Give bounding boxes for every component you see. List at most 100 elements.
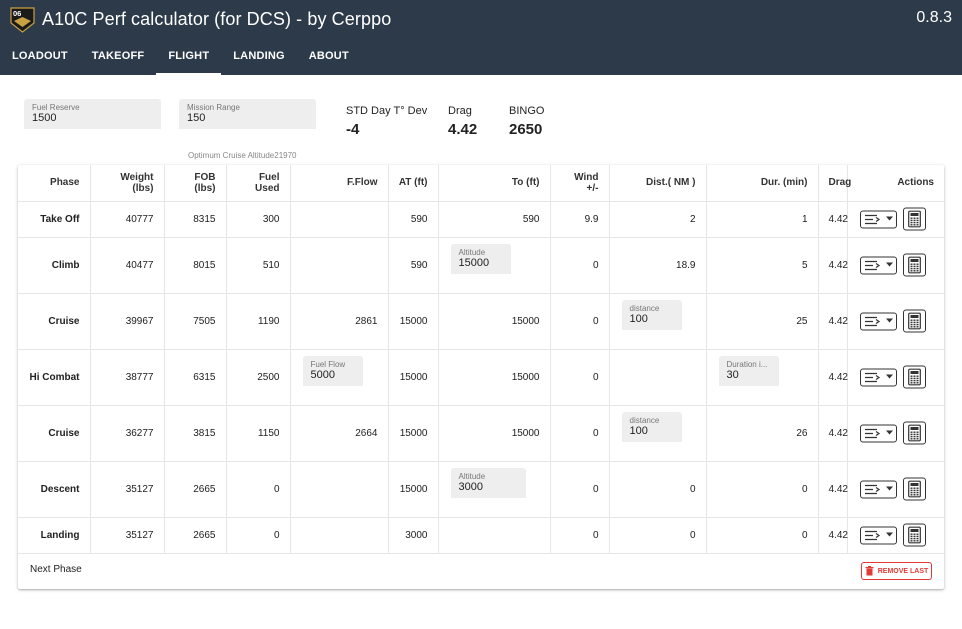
std-day-label: STD Day T° Dev	[346, 105, 428, 117]
chevron-down-icon	[886, 430, 893, 435]
cell-phase: Hi Combat	[18, 349, 91, 406]
app-version: 0.8.3	[916, 9, 952, 26]
tab-takeoff[interactable]: TAKEOFF	[80, 40, 157, 75]
header-fflow: F.Flow	[290, 165, 389, 202]
dist-input-label: distance	[629, 303, 660, 313]
cell-dur: 5	[706, 237, 819, 294]
dist-input[interactable]: distance 100	[621, 299, 682, 330]
cell-fob: 6315	[164, 349, 227, 406]
calculator-icon	[908, 480, 921, 498]
to-input-value[interactable]: 15000	[459, 257, 490, 269]
cell-to: 15000	[438, 349, 551, 406]
table-row: Take Off 40777 8315 300 590 590 9.9 2 1 4.42	[18, 201, 944, 238]
bingo-label: BINGO	[509, 105, 545, 117]
cell-wind: 9.9	[550, 201, 610, 238]
phase-options-select[interactable]	[860, 480, 897, 498]
table-row: Descent 35127 2665 0 15000 Altitude 3000 0 0 0 4.4…	[18, 461, 944, 518]
cell-dist: 0	[609, 517, 707, 554]
to-input[interactable]: Altitude 15000	[450, 243, 511, 274]
chevron-down-icon	[886, 374, 893, 379]
calculate-button[interactable]	[903, 477, 926, 501]
dur-input-label: Duration i...	[726, 359, 768, 369]
flight-plan-table: Phase Weight (lbs) FOB (lbs) Fuel Used F…	[18, 165, 944, 554]
to-input[interactable]: Altitude 3000	[450, 467, 526, 498]
header-wind: Wind +/-	[550, 165, 610, 202]
fflow-input-label: Fuel Flow	[310, 359, 346, 369]
calculate-button[interactable]	[903, 309, 926, 333]
cell-at: 590	[388, 237, 439, 294]
cell-fob: 2665	[164, 461, 227, 518]
header-to: To (ft)	[438, 165, 551, 202]
remove-last-button[interactable]: REMOVE LAST	[861, 562, 932, 580]
squadron-logo-icon: 06	[10, 7, 35, 33]
cell-dist: 18.9	[609, 237, 707, 294]
phase-options-icon	[865, 316, 881, 326]
phase-options-icon	[865, 530, 881, 540]
cell-actions	[847, 349, 944, 406]
phase-options-select[interactable]	[860, 526, 897, 544]
row-actions	[860, 253, 926, 277]
tab-landing[interactable]: LANDING	[221, 40, 297, 75]
cell-fuel-used: 0	[226, 517, 291, 554]
calculate-button[interactable]	[903, 365, 926, 389]
cell-fflow: 2861	[290, 293, 389, 350]
cell-actions	[847, 293, 944, 350]
to-input-label: Altitude	[458, 247, 486, 257]
cell-weight: 35127	[90, 461, 165, 518]
chevron-down-icon	[886, 262, 893, 267]
cell-fuel-used: 1190	[226, 293, 291, 350]
cell-fuel-used: 0	[226, 461, 291, 518]
dur-input[interactable]: Duration i... 30	[718, 355, 779, 386]
cell-to: 15000	[438, 405, 551, 462]
mission-range-value[interactable]: 150	[187, 112, 205, 124]
cell-at: 590	[388, 201, 439, 238]
phase-options-select[interactable]	[860, 368, 897, 386]
cell-wind: 0	[550, 517, 610, 554]
fflow-input[interactable]: Fuel Flow 5000	[302, 355, 363, 386]
calculate-button[interactable]	[903, 253, 926, 277]
cell-to: Altitude 15000	[438, 237, 551, 294]
calculate-button[interactable]	[903, 523, 926, 547]
cell-wind: 0	[550, 293, 610, 350]
cell-drag: 4.42	[818, 237, 848, 294]
remove-last-label: REMOVE LAST	[877, 567, 929, 575]
mission-range-label: Mission Range	[187, 103, 240, 112]
cell-weight: 36277	[90, 405, 165, 462]
logo-text: 06	[13, 9, 21, 18]
calculate-button[interactable]	[903, 421, 926, 445]
fuel-reserve-value[interactable]: 1500	[32, 112, 56, 124]
phase-options-icon	[865, 372, 881, 382]
tab-flight[interactable]: FLIGHT	[156, 40, 222, 75]
mission-range-input[interactable]: Mission Range 150	[179, 99, 316, 129]
cell-weight: 40777	[90, 201, 165, 238]
calculate-button[interactable]	[903, 207, 926, 231]
phase-options-select[interactable]	[860, 312, 897, 330]
fflow-input-value[interactable]: 5000	[311, 369, 335, 381]
tab-loadout[interactable]: LOADOUT	[0, 40, 80, 75]
header-dur: Dur. (min)	[706, 165, 819, 202]
table-row: Cruise 36277 3815 1150 2664 15000 15000 0 distan…	[18, 405, 944, 462]
phase-options-icon	[865, 260, 881, 270]
main-tabs: LOADOUT TAKEOFF FLIGHT LANDING ABOUT	[0, 40, 361, 75]
dist-input-value[interactable]: 100	[630, 313, 648, 325]
fuel-reserve-input[interactable]: Fuel Reserve 1500	[24, 99, 161, 129]
calculator-icon	[908, 210, 921, 228]
calculator-icon	[908, 526, 921, 544]
dur-input-value[interactable]: 30	[727, 369, 739, 381]
next-phase-label[interactable]: Next Phase	[30, 564, 82, 575]
app-title: A10C Perf calculator (for DCS) - by Cerp…	[42, 9, 392, 29]
dist-input-value[interactable]: 100	[630, 425, 648, 437]
phase-options-select[interactable]	[860, 424, 897, 442]
row-actions	[860, 477, 926, 501]
to-input-value[interactable]: 3000	[459, 481, 483, 493]
drag-value: 4.42	[448, 121, 478, 138]
phase-options-select[interactable]	[860, 210, 897, 228]
header-phase: Phase	[18, 165, 91, 202]
tab-about[interactable]: ABOUT	[297, 40, 361, 75]
cell-at: 15000	[388, 461, 439, 518]
dist-input[interactable]: distance 100	[621, 411, 682, 442]
phase-options-select[interactable]	[860, 256, 897, 274]
to-input-label: Altitude	[458, 471, 486, 481]
cell-fflow	[290, 461, 389, 518]
cell-fob: 8315	[164, 201, 227, 238]
